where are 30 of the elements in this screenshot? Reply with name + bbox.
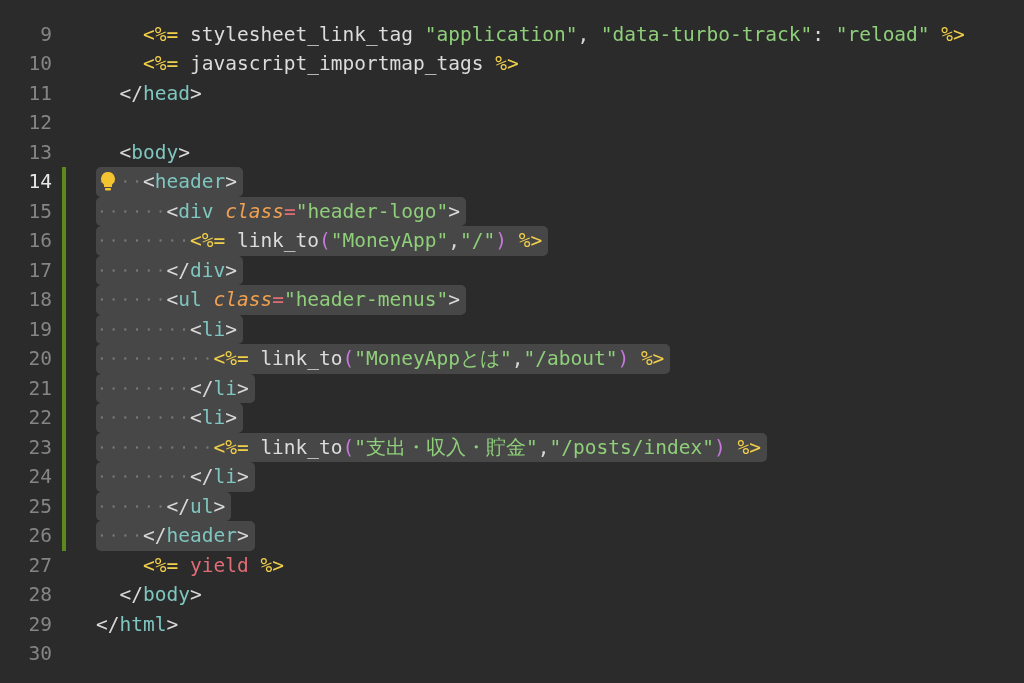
line-number: 27 [27, 553, 52, 577]
line-number: 25 [27, 494, 52, 518]
line-number: 21 [27, 376, 52, 400]
line-number: 13 [27, 140, 52, 164]
line-number: 22 [27, 406, 52, 430]
code-line: </body> [118, 582, 203, 609]
line-number: 29 [27, 612, 52, 636]
line-number: 20 [27, 347, 52, 371]
line-number: 24 [27, 465, 52, 489]
line-number: 15 [27, 199, 52, 223]
line-number: 14 [27, 170, 52, 194]
line-number: 28 [27, 583, 52, 607]
line-number: 18 [27, 288, 52, 312]
line-number: 10 [27, 52, 52, 76]
line-number: 30 [27, 642, 52, 666]
line-number: 19 [27, 317, 52, 341]
line-number: 23 [27, 435, 52, 459]
line-number: 12 [27, 111, 52, 135]
code-line: </html> [96, 611, 180, 638]
lightbulb-icon[interactable] [100, 171, 116, 193]
line-number: 9 [39, 22, 52, 46]
line-number: 26 [27, 524, 52, 548]
line-number: 17 [27, 258, 52, 282]
line-number: 16 [27, 229, 52, 253]
code-line: </head> [118, 80, 203, 107]
code-line: <%= stylesheet_link_tag "application", "data-turbo-track": "reload" %> [141, 21, 966, 48]
code-line: <%= javascript_importmap_tags %> [141, 51, 520, 78]
code-line: <body> [118, 139, 191, 166]
line-number: 11 [27, 81, 52, 105]
code-line: <%= yield %> [141, 552, 285, 579]
